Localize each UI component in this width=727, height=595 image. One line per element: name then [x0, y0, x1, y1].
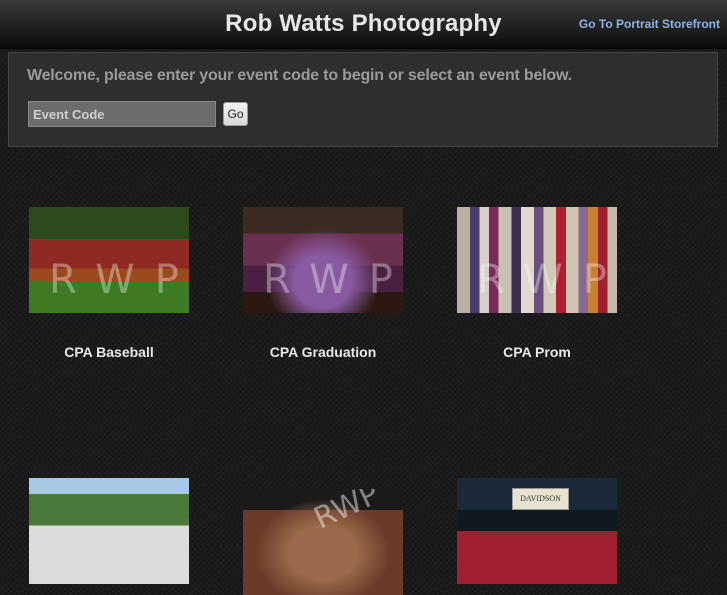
welcome-panel: Welcome, please enter your event code to… — [8, 52, 718, 147]
event-label[interactable]: CPA Baseball — [29, 344, 189, 360]
event-thumbnail[interactable]: RWP — [457, 207, 617, 313]
event-banner: DAVIDSON — [512, 488, 569, 510]
event-code-input[interactable] — [28, 101, 216, 127]
event-thumbnail[interactable] — [29, 478, 189, 584]
event-thumbnail[interactable]: RWP — [243, 489, 403, 595]
event-label[interactable]: CPA Graduation — [243, 344, 403, 360]
event-thumbnail[interactable]: DAVIDSON — [457, 478, 617, 584]
event-thumbnail[interactable]: RWP — [29, 207, 189, 313]
go-button[interactable]: Go — [223, 102, 248, 126]
watermark: RWP — [308, 489, 385, 537]
watermark: RWP — [49, 257, 189, 303]
event-thumbnail[interactable]: RWP — [243, 207, 403, 313]
welcome-message: Welcome, please enter your event code to… — [27, 67, 572, 84]
watermark: RWP — [263, 257, 403, 303]
header-bar: Rob Watts Photography Go To Portrait Sto… — [0, 0, 727, 49]
portrait-storefront-link[interactable]: Go To Portrait Storefront — [579, 17, 720, 31]
event-label[interactable]: CPA Prom — [457, 344, 617, 360]
banner-text: DAVIDSON — [520, 494, 561, 503]
watermark: RWP — [477, 257, 617, 303]
